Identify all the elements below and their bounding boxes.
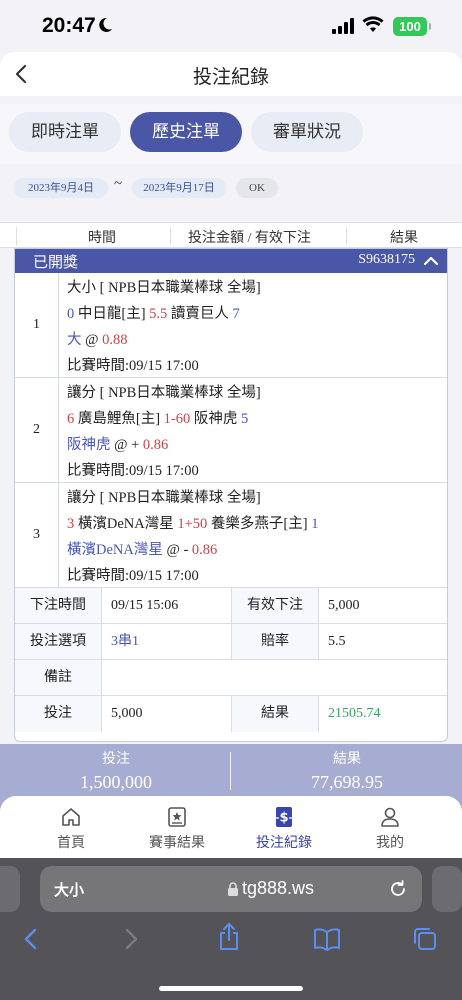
nav-bet-records[interactable]: $ 投注紀錄 [239,806,329,852]
record-id: S9638175 [358,252,415,267]
end-date-input[interactable]: 2023年9月17日 [132,178,226,198]
page-header: 投注紀錄 [0,52,462,96]
user-icon [381,807,399,827]
result-label: 結果 [232,696,318,732]
nav-home[interactable]: 首頁 [26,806,116,852]
home-icon [62,808,80,826]
svg-text:$: $ [279,811,288,826]
leg-market: 讓分 [ NPB日本職業棒球 全場] [67,490,261,506]
bet-record-card: 已開獎 S9638175 1 大小 [ NPB日本職業棒球 全場] 0 中日龍[… [14,248,448,742]
leg-market: 讓分 [ NPB日本職業棒球 全場] [67,385,261,401]
odds-label: 賠率 [232,624,318,659]
reload-icon[interactable] [388,879,408,899]
option-value: 3串1 [111,634,139,649]
leg-match-time: 比賽時間:09/15 17:00 [67,568,199,584]
page-title: 投注紀錄 [192,67,269,88]
battery-indicator: 100 [393,17,431,36]
leg-matchup: 3 橫濱DeNA灣星 1+50 養樂多燕子[主] 1 [67,516,319,532]
leg-pick: 阪神虎 @ + 0.86 [67,437,169,453]
option-label: 投注選項 [15,624,101,659]
leg-match-time: 比賽時間:09/15 17:00 [67,358,199,374]
record-header[interactable]: 已開獎 S9638175 [15,249,447,273]
leg-market: 大小 [ NPB日本職業棒球 全場] [67,280,261,296]
start-date-input[interactable]: 2023年9月4日 [14,178,108,198]
leg-matchup: 0 中日龍[主] 5.5 讀賣巨人 7 [67,306,240,322]
detail-row: 投注選項 3串1 賠率 5.5 [15,624,447,660]
bet-leg: 2 讓分 [ NPB日本職業棒球 全場] 6 廣島鯉魚[主] 1-60 阪神虎 … [15,378,447,483]
lock-icon [228,882,238,896]
tab-live-bets[interactable]: 即時注單 [9,112,121,152]
bet-leg: 3 讓分 [ NPB日本職業棒球 全場] 3 橫濱DeNA灣星 1+50 養樂多… [15,483,447,588]
bookmarks-icon[interactable] [313,926,341,952]
stake-value: 5,000 [111,706,143,721]
share-icon[interactable] [216,922,242,952]
detail-row: 投注 5,000 結果 21505.74 [15,696,447,732]
bet-time-value: 09/15 15:06 [111,598,179,613]
tab-history-bets[interactable]: 歷史注單 [130,112,242,152]
url-text: tg888.ws [242,878,315,898]
leg-match-time: 比賽時間:09/15 17:00 [67,463,199,479]
date-separator: ~ [114,176,123,192]
back-arrow-icon[interactable] [20,926,42,952]
nav-match-results[interactable]: 賽事結果 [132,806,222,852]
stake-label: 投注 [15,696,101,732]
moon-icon [99,17,112,32]
column-headers: 時間 投注金額 / 有效下注 結果 [0,222,462,248]
bet-leg: 1 大小 [ NPB日本職業棒球 全場] 0 中日龍[主] 5.5 讀賣巨人 7… [15,273,447,378]
detail-row: 下注時間 09/15 15:06 有效下注 5,000 [15,588,447,624]
leg-index: 3 [33,527,40,542]
summary-result-value: 77,698.95 [311,772,383,792]
star-doc-icon [168,807,186,827]
wifi-icon [362,16,384,32]
summary-result-label: 結果 [333,752,361,767]
detail-row: 備註 [15,660,447,696]
chevron-up-icon[interactable] [423,254,439,268]
nav-profile[interactable]: 我的 [345,806,435,852]
leg-pick: 橫濱DeNA灣星 @ - 0.86 [67,542,218,558]
home-indicator [159,986,303,991]
column-time: 時間 [88,231,116,246]
record-status: 已開獎 [33,255,79,271]
bottom-nav: 首頁 賽事結果 $ 投注紀錄 我的 [0,796,462,858]
bet-time-label: 下注時間 [15,588,101,623]
tabs-icon[interactable] [412,926,438,952]
address-bar[interactable]: 大小 tg888.ws [40,866,422,912]
text-size-button[interactable]: 大小 [54,879,84,900]
summary-stake-value: 1,500,000 [80,772,152,792]
dollar-doc-icon: $ [276,807,292,827]
date-range: 2023年9月4日 ~ 2023年9月17日 OK [0,170,462,218]
leg-matchup: 6 廣島鯉魚[主] 1-60 阪神虎 5 [67,411,249,427]
previous-tab-preview[interactable] [0,866,20,912]
signal-icon [332,18,354,34]
column-result: 結果 [390,231,418,246]
forward-arrow-icon[interactable] [120,926,142,952]
next-tab-preview[interactable] [432,866,462,912]
ok-button[interactable]: OK [236,178,278,198]
result-value: 21505.74 [328,706,381,721]
leg-index: 2 [33,422,40,437]
tab-bar: 即時注單 歷史注單 審單狀況 [0,104,462,164]
column-amount: 投注金額 / 有效下注 [188,231,311,246]
summary-stake-label: 投注 [102,752,130,767]
tab-review-status[interactable]: 審單狀況 [251,112,363,152]
leg-index: 1 [33,317,40,332]
status-bar: 20:47 100 [0,0,462,50]
leg-pick: 大 @ 0.88 [67,332,128,348]
note-label: 備註 [15,660,101,695]
valid-bet-label: 有效下注 [232,588,318,623]
status-time: 20:47 [42,14,96,37]
valid-bet-value: 5,000 [328,598,360,613]
odds-value: 5.5 [328,634,346,649]
